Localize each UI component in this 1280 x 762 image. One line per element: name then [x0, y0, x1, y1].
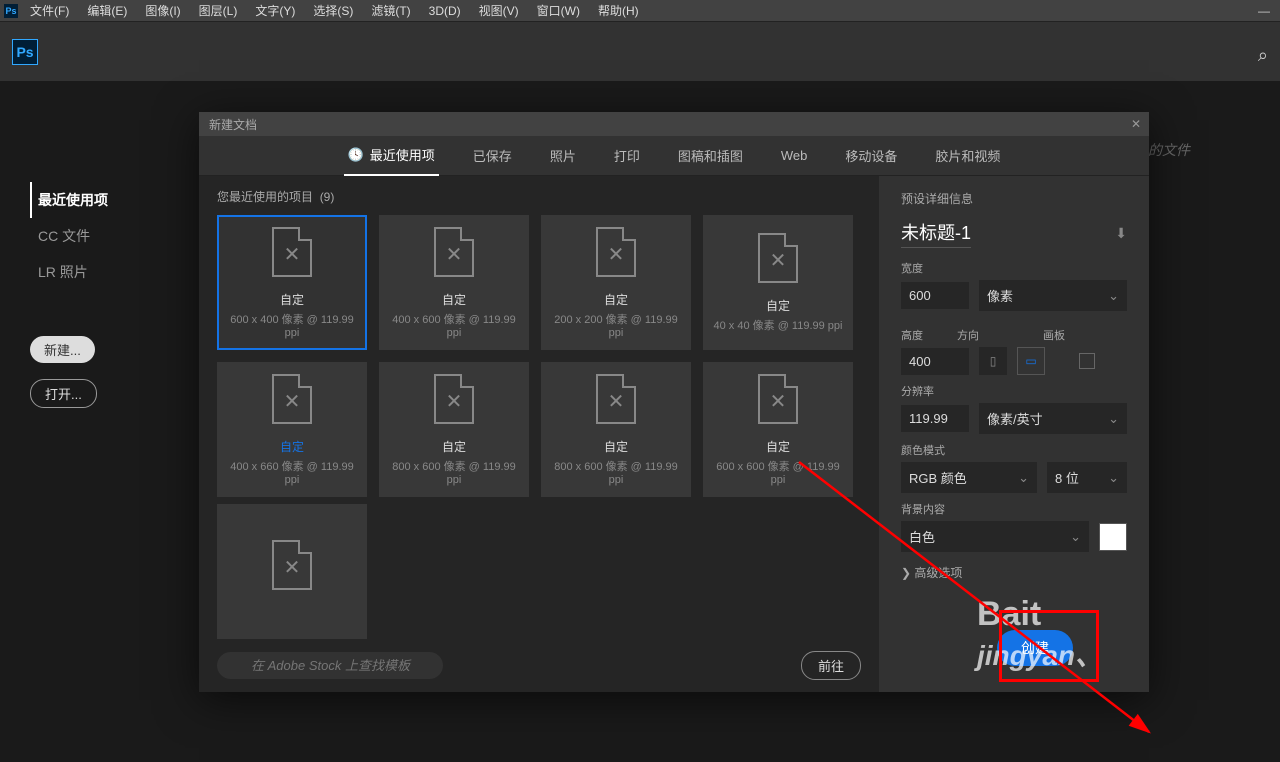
preset-card[interactable]: 自定 400 x 660 像素 @ 119.99 ppi — [217, 362, 367, 497]
go-button[interactable]: 前往 — [801, 651, 861, 680]
menu-select[interactable]: 选择(S) — [305, 2, 361, 19]
document-name-input[interactable]: 未标题-1 — [901, 219, 971, 248]
card-meta: 400 x 660 像素 @ 119.99 ppi — [222, 458, 362, 486]
menu-file[interactable]: 文件(F) — [22, 2, 77, 19]
dialog-title: 新建文档 — [209, 116, 257, 133]
artboard-checkbox[interactable] — [1079, 353, 1095, 369]
new-document-dialog: 新建文档 ✕ 🕓 最近使用项 已保存 照片 打印 图稿和插图 Web 移动设备 … — [199, 112, 1149, 692]
new-button[interactable]: 新建... — [30, 336, 95, 363]
sidebar-recent[interactable]: 最近使用项 — [30, 182, 190, 218]
preset-card[interactable]: 自定 800 x 600 像素 @ 119.99 ppi — [541, 362, 691, 497]
card-meta: 800 x 600 像素 @ 119.99 ppi — [384, 458, 524, 486]
background-label: 背景内容 — [901, 501, 1127, 517]
menu-help[interactable]: 帮助(H) — [590, 2, 647, 19]
card-name: 自定 — [442, 291, 466, 308]
card-name: 自定 — [766, 438, 790, 455]
menu-type[interactable]: 文字(Y) — [247, 2, 303, 19]
import-preset-icon[interactable]: ⬇ — [1115, 225, 1127, 242]
panel-title: 预设详细信息 — [901, 190, 1127, 207]
card-meta: 400 x 600 像素 @ 119.99 ppi — [384, 311, 524, 339]
card-name: 自定 — [280, 438, 304, 455]
create-button[interactable]: 创建 — [997, 630, 1073, 666]
height-input[interactable] — [901, 348, 969, 375]
resolution-unit-select[interactable]: 像素/英寸 — [979, 403, 1127, 434]
tab-film[interactable]: 胶片和视频 — [931, 136, 1004, 175]
card-name: 自定 — [604, 438, 628, 455]
tab-recent[interactable]: 🕓 最近使用项 — [344, 135, 439, 177]
preset-card[interactable]: 自定 600 x 600 像素 @ 119.99 ppi — [703, 362, 853, 497]
preset-card[interactable] — [217, 504, 367, 639]
card-meta: 600 x 400 像素 @ 119.99 ppi — [223, 311, 361, 339]
card-meta: 40 x 40 像素 @ 119.99 ppi — [714, 317, 843, 333]
sidebar-lr-photos[interactable]: LR 照片 — [30, 254, 190, 290]
search-icon[interactable]: ⌕ — [1258, 45, 1268, 66]
dialog-tabs: 🕓 最近使用项 已保存 照片 打印 图稿和插图 Web 移动设备 胶片和视频 — [199, 136, 1149, 176]
preset-details-panel: 预设详细信息 未标题-1 ⬇ 宽度 像素 高度 方向 画板 ▯ ▭ — [879, 176, 1149, 692]
card-meta: 800 x 600 像素 @ 119.99 ppi — [546, 458, 686, 486]
preset-card[interactable]: 自定 40 x 40 像素 @ 119.99 ppi — [703, 215, 853, 350]
preset-card[interactable]: 自定 400 x 600 像素 @ 119.99 ppi — [379, 215, 529, 350]
background-text: 的文件 — [1148, 140, 1190, 160]
width-label: 宽度 — [901, 260, 1127, 276]
colormode-select[interactable]: RGB 颜色 — [901, 462, 1037, 493]
artboard-label: 画板 — [1043, 327, 1065, 343]
open-button[interactable]: 打开... — [30, 379, 97, 408]
menu-edit[interactable]: 编辑(E) — [79, 2, 135, 19]
background-select[interactable]: 白色 — [901, 521, 1089, 552]
tab-recent-label: 最近使用项 — [370, 145, 435, 164]
close-icon[interactable]: ✕ — [1131, 117, 1141, 131]
card-meta: 200 x 200 像素 @ 119.99 ppi — [546, 311, 686, 339]
background-color-swatch[interactable] — [1099, 523, 1127, 551]
tab-art[interactable]: 图稿和插图 — [674, 136, 747, 175]
menu-view[interactable]: 视图(V) — [471, 2, 527, 19]
preset-card[interactable]: 自定 600 x 400 像素 @ 119.99 ppi — [217, 215, 367, 350]
window-minimize[interactable]: — — [1258, 4, 1272, 18]
card-name: 自定 — [766, 297, 790, 314]
tab-web[interactable]: Web — [777, 138, 812, 173]
card-meta: 600 x 600 像素 @ 119.99 ppi — [708, 458, 848, 486]
preset-card[interactable]: 自定 200 x 200 像素 @ 119.99 ppi — [541, 215, 691, 350]
recent-items-label: 您最近使用的项目 (9) — [217, 188, 861, 205]
sidebar-cc-files[interactable]: CC 文件 — [30, 218, 190, 254]
home-sidebar: 最近使用项 CC 文件 LR 照片 新建... 打开... — [0, 82, 190, 702]
toolbar: Ps — [0, 22, 1280, 82]
bitdepth-select[interactable]: 8 位 — [1047, 462, 1127, 493]
clock-icon: 🕓 — [348, 147, 364, 163]
height-label: 高度 — [901, 327, 923, 343]
menu-3d[interactable]: 3D(D) — [421, 4, 469, 18]
preset-card[interactable]: 自定 800 x 600 像素 @ 119.99 ppi — [379, 362, 529, 497]
tab-print[interactable]: 打印 — [610, 136, 644, 175]
advanced-options-toggle[interactable]: ❯ 高级选项 — [901, 564, 1127, 581]
orientation-portrait[interactable]: ▯ — [979, 347, 1007, 375]
resolution-input[interactable] — [901, 405, 969, 432]
card-name: 自定 — [280, 291, 304, 308]
menu-window[interactable]: 窗口(W) — [529, 2, 588, 19]
ps-mini-logo: Ps — [4, 4, 18, 18]
menu-layer[interactable]: 图层(L) — [191, 2, 246, 19]
orientation-landscape[interactable]: ▭ — [1017, 347, 1045, 375]
width-unit-select[interactable]: 像素 — [979, 280, 1127, 311]
colormode-label: 颜色模式 — [901, 442, 1127, 458]
tab-mobile[interactable]: 移动设备 — [841, 136, 901, 175]
card-name: 自定 — [604, 291, 628, 308]
ps-logo: Ps — [12, 39, 38, 65]
menu-image[interactable]: 图像(I) — [137, 2, 188, 19]
width-input[interactable] — [901, 282, 969, 309]
tab-saved[interactable]: 已保存 — [469, 136, 516, 175]
tab-photo[interactable]: 照片 — [546, 136, 580, 175]
stock-search-input[interactable] — [217, 652, 443, 679]
orientation-label: 方向 — [957, 327, 979, 343]
card-name: 自定 — [442, 438, 466, 455]
menubar: 文件(F) 编辑(E) 图像(I) 图层(L) 文字(Y) 选择(S) 滤镜(T… — [0, 0, 1280, 22]
menu-filter[interactable]: 滤镜(T) — [363, 2, 418, 19]
resolution-label: 分辨率 — [901, 383, 1127, 399]
